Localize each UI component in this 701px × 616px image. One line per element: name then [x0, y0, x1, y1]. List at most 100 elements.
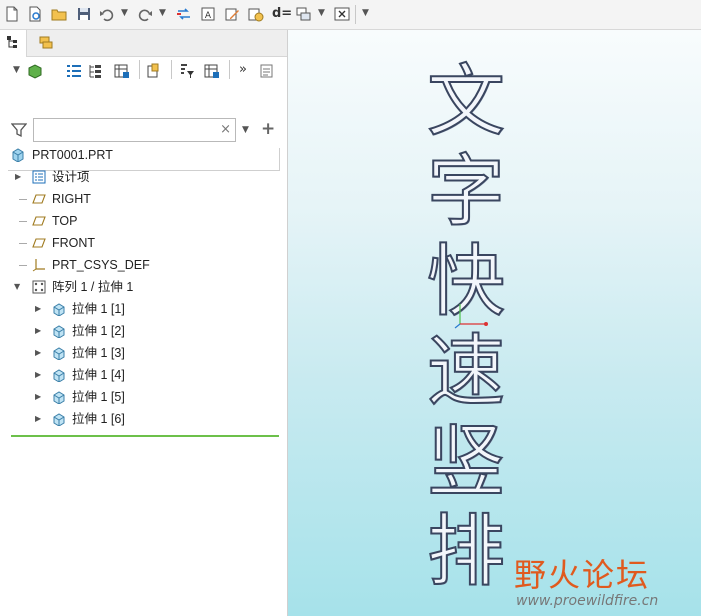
- tree-settings-icon[interactable]: [204, 63, 220, 79]
- tree-root-label: PRT0001.PRT: [32, 148, 113, 162]
- part-icon: [12, 148, 24, 162]
- tree-connector: [19, 221, 27, 222]
- tree-item[interactable]: ▶ 拉伸 1 [4]: [0, 364, 287, 386]
- extrude-icon: [53, 303, 65, 316]
- extrude-icon: [53, 391, 65, 404]
- extruded-character[interactable]: 速: [416, 327, 516, 417]
- tree-item[interactable]: ▼ 阵列 1 / 拉伸 1: [0, 276, 287, 298]
- separator: [229, 60, 230, 79]
- tree-root[interactable]: PRT0001.PRT: [0, 144, 287, 166]
- tree-item-label: 拉伸 1 [4]: [72, 368, 125, 382]
- tree-item[interactable]: ▶ 拉伸 1 [6]: [0, 408, 287, 430]
- redo-icon[interactable]: [137, 6, 153, 22]
- expand-arrow-icon[interactable]: ▶: [35, 298, 41, 320]
- model-tree-panel: ▼ » × ▼ + PRT0001.PRT ▶ 设计项 RIGHT TOP FRONT P…: [0, 30, 288, 616]
- expand-arrow-icon[interactable]: ▶: [35, 408, 41, 430]
- windows-dropdown-icon[interactable]: ▼: [318, 8, 325, 18]
- tree-item-label: FRONT: [52, 236, 96, 250]
- tree-connector: [19, 199, 27, 200]
- filter-icon[interactable]: [11, 122, 27, 138]
- tree-connector: [19, 265, 27, 266]
- tree-columns-icon[interactable]: [66, 63, 82, 79]
- layer-tree-icon: [39, 36, 53, 49]
- coordinate-system-icon: [32, 259, 45, 272]
- more-icon[interactable]: ▼: [362, 8, 369, 18]
- layer-tree-tab[interactable]: [32, 30, 58, 56]
- extrude-icon: [53, 413, 65, 426]
- tree-item-label: 拉伸 1 [3]: [72, 346, 125, 360]
- coordinate-system-marker: [454, 304, 488, 329]
- extruded-character[interactable]: 文: [416, 57, 516, 147]
- extruded-character[interactable]: 竖: [416, 417, 516, 507]
- design-items-icon: [32, 170, 46, 184]
- watermark-url: www.proewildfire.cn: [516, 593, 659, 609]
- separator: [139, 60, 140, 79]
- expand-arrow-icon[interactable]: ▶: [15, 166, 21, 188]
- toolbar-separator: [355, 5, 356, 24]
- tree-item[interactable]: FRONT: [0, 232, 287, 254]
- expand-arrow-icon[interactable]: ▶: [35, 364, 41, 386]
- expand-arrow-icon[interactable]: ▶: [35, 386, 41, 408]
- save-icon[interactable]: [76, 6, 92, 22]
- settings-icon[interactable]: [248, 6, 264, 22]
- tree-item[interactable]: RIGHT: [0, 188, 287, 210]
- datum-plane-icon: [32, 238, 46, 248]
- table-settings-icon[interactable]: [114, 63, 130, 79]
- highlight-icon[interactable]: [146, 63, 162, 79]
- tree-item[interactable]: PRT_CSYS_DEF: [0, 254, 287, 276]
- extruded-character[interactable]: 排: [416, 507, 516, 597]
- tree-item-label: 拉伸 1 [6]: [72, 412, 125, 426]
- collapse-arrow-icon[interactable]: ▼: [14, 276, 20, 298]
- extrude-icon: [53, 347, 65, 360]
- edit-icon[interactable]: [224, 6, 240, 22]
- undo-icon[interactable]: [99, 6, 115, 22]
- show-dropdown-icon[interactable]: ▼: [13, 65, 20, 75]
- open-file-icon[interactable]: [27, 6, 43, 22]
- annotation-icon[interactable]: A: [200, 6, 216, 22]
- folder-icon[interactable]: [51, 6, 67, 22]
- tree-item[interactable]: ▶ 拉伸 1 [2]: [0, 320, 287, 342]
- note-icon[interactable]: [259, 63, 275, 79]
- redo-dropdown-icon[interactable]: ▼: [159, 8, 166, 18]
- display-style-icon[interactable]: [27, 63, 43, 79]
- extruded-character[interactable]: 字: [416, 147, 516, 237]
- tree-item[interactable]: ▶ 设计项: [0, 166, 287, 188]
- extrude-icon: [53, 369, 65, 382]
- tree-filter-icon[interactable]: [179, 63, 195, 79]
- search-field[interactable]: ×: [33, 118, 236, 142]
- datum-plane-icon: [32, 194, 46, 204]
- windows-icon[interactable]: [296, 6, 312, 22]
- undo-dropdown-icon[interactable]: ▼: [121, 8, 128, 18]
- expand-arrow-icon[interactable]: ▶: [35, 320, 41, 342]
- new-file-icon[interactable]: [4, 6, 20, 22]
- svg-text:A: A: [205, 11, 212, 21]
- tree-item[interactable]: ▶ 拉伸 1 [1]: [0, 298, 287, 320]
- tree-item-label: 拉伸 1 [1]: [72, 302, 125, 316]
- tree-item[interactable]: ▶ 拉伸 1 [3]: [0, 342, 287, 364]
- tree-item-label: TOP: [52, 214, 78, 228]
- graphics-window[interactable]: 文字快速竖排 野火论坛 www.proewildfire.cn: [288, 30, 701, 616]
- tree-connector: [19, 243, 27, 244]
- tree-item-label: RIGHT: [52, 192, 91, 206]
- expand-arrow-icon[interactable]: ▶: [35, 342, 41, 364]
- model-tree-tab[interactable]: [0, 30, 27, 57]
- navigator-tabs: [0, 30, 287, 57]
- quick-access-toolbar: ▼ ▼ A d= ▼ ▼: [0, 0, 701, 30]
- more-tools-icon[interactable]: »: [239, 62, 247, 77]
- dimension-icon[interactable]: d=: [272, 6, 292, 21]
- regenerate-icon[interactable]: [176, 6, 192, 22]
- add-filter-icon[interactable]: +: [261, 119, 275, 139]
- close-window-icon[interactable]: [334, 6, 350, 22]
- tree-item[interactable]: TOP: [0, 210, 287, 232]
- tree-expand-icon[interactable]: [88, 63, 104, 79]
- separator: [171, 60, 172, 79]
- filter-row: × ▼ +: [0, 118, 287, 146]
- clear-icon[interactable]: ×: [220, 122, 231, 137]
- datum-plane-icon: [32, 216, 46, 226]
- tree-item-label: 设计项: [52, 170, 90, 184]
- search-input[interactable]: [38, 120, 222, 142]
- search-dropdown-icon[interactable]: ▼: [242, 125, 249, 135]
- insert-indicator[interactable]: [11, 435, 279, 437]
- tree-item[interactable]: ▶ 拉伸 1 [5]: [0, 386, 287, 408]
- tree-item-label: 拉伸 1 [5]: [72, 390, 125, 404]
